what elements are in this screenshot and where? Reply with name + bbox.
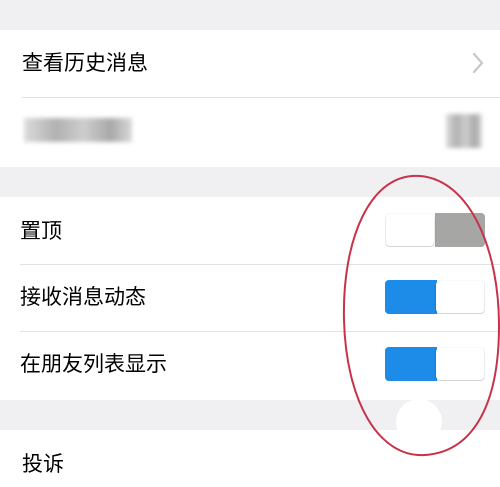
view-history-label: 查看历史消息 <box>22 51 148 75</box>
view-history-row[interactable]: 查看历史消息 <box>0 30 500 97</box>
chevron-right-icon <box>472 52 484 74</box>
show-in-friends-label: 在朋友列表显示 <box>20 352 167 376</box>
settings-group-switches: 置顶 接收消息动态 在朋友列表显示 <box>0 197 500 400</box>
show-in-friends-row: 在朋友列表显示 <box>0 332 500 400</box>
blurred-name <box>24 118 132 142</box>
blurred-info-row <box>0 98 500 167</box>
report-label: 投诉 <box>22 452 64 476</box>
pin-toggle-knob <box>386 214 434 246</box>
receive-updates-row: 接收消息动态 <box>0 265 500 331</box>
show-in-friends-toggle[interactable] <box>385 347 485 381</box>
receive-updates-label: 接收消息动态 <box>20 285 146 309</box>
receive-toggle-knob <box>436 281 484 313</box>
receive-toggle-track-left <box>385 280 437 314</box>
pin-label: 置顶 <box>20 219 62 243</box>
friends-toggle-track-left <box>385 347 437 381</box>
pin-row: 置顶 <box>0 197 500 264</box>
pin-toggle-track-right <box>435 213 485 247</box>
blurred-avatar <box>446 114 482 148</box>
settings-group-top: 查看历史消息 <box>0 30 500 167</box>
friends-toggle-knob <box>436 348 484 380</box>
receive-updates-toggle[interactable] <box>385 280 485 314</box>
pin-toggle[interactable] <box>385 213 485 247</box>
watermark-blob <box>396 399 442 445</box>
